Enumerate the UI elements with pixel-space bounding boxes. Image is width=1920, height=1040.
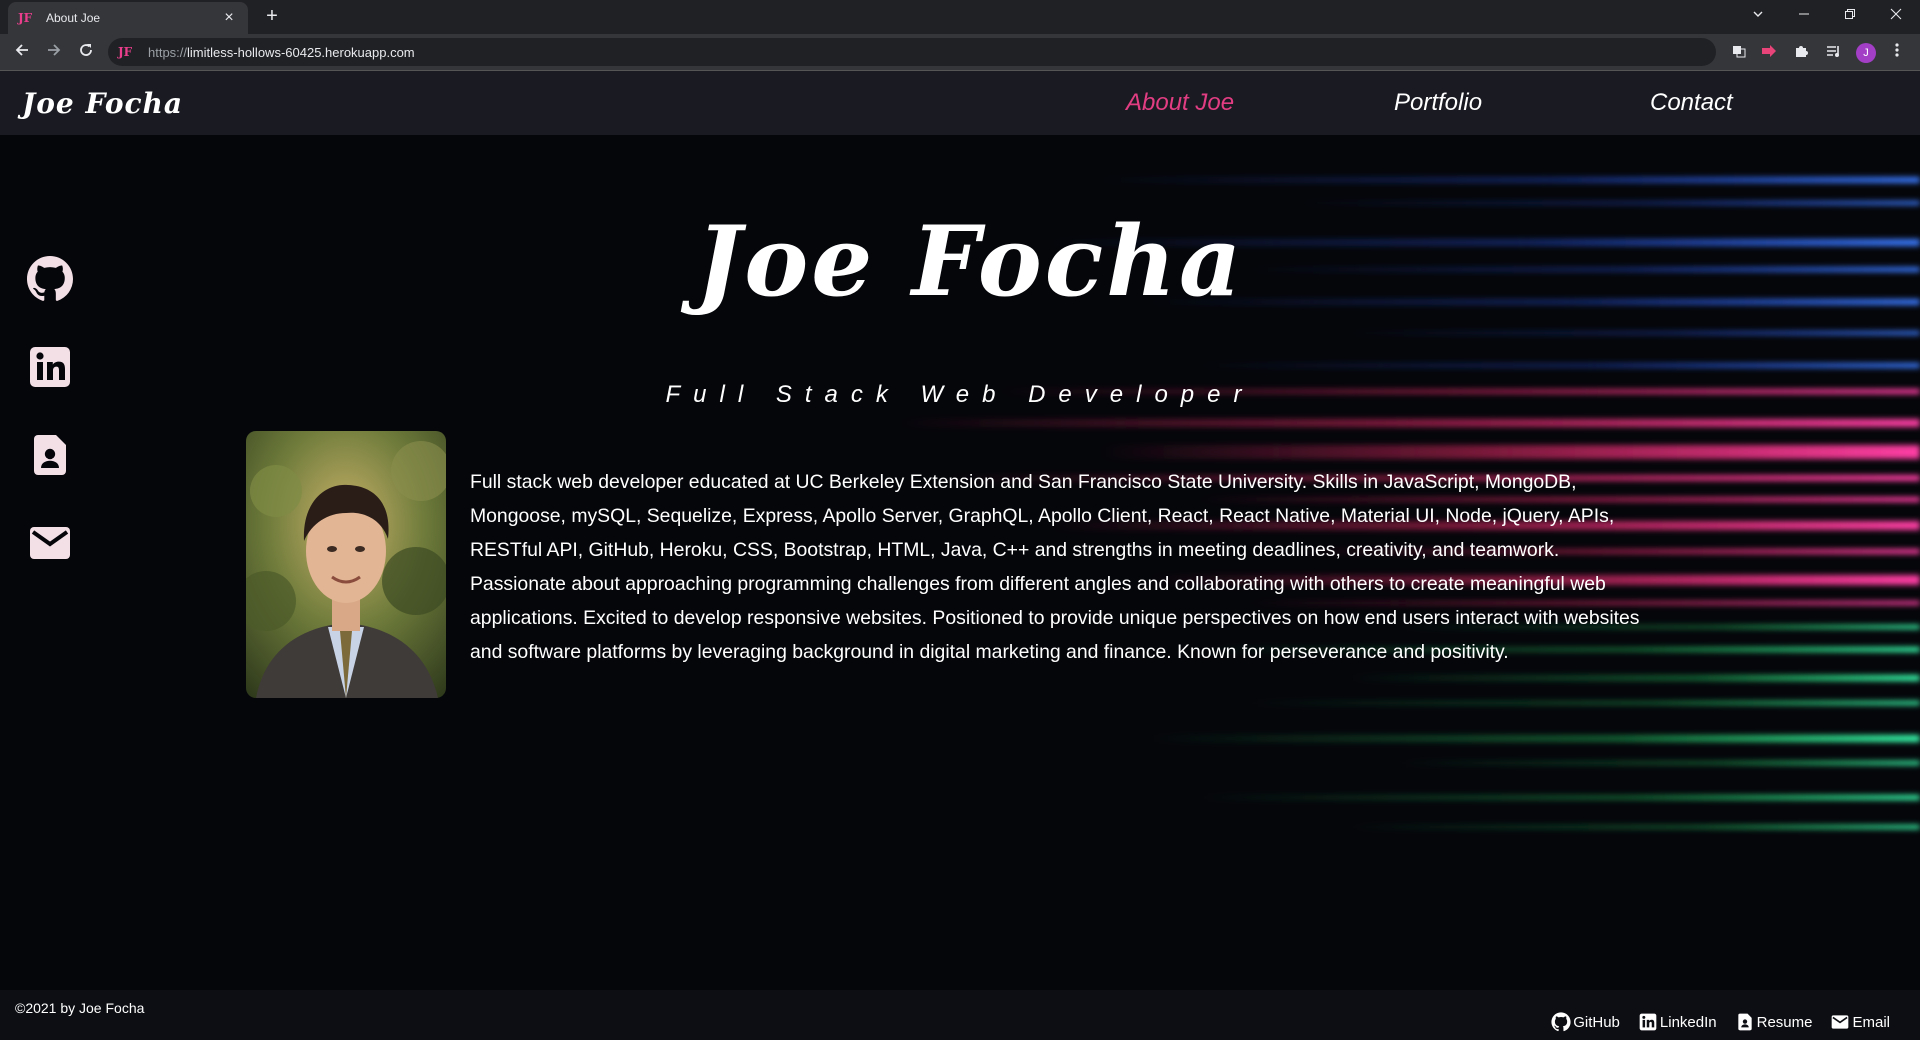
browser-tabstrip: JF About Joe × + [0,0,1920,34]
tab-close-icon[interactable]: × [220,9,238,27]
minimize-button[interactable] [1784,2,1824,28]
forward-arrow-icon[interactable] [42,40,66,64]
close-window-button[interactable] [1876,2,1916,28]
url-scheme: https:// [148,44,188,60]
translate-icon[interactable] [1730,43,1748,61]
resume-icon[interactable] [26,431,78,483]
site-navbar: Joe Focha About Joe Portfolio Contact [0,71,1920,135]
linkedin-icon [1639,1013,1657,1031]
footer-links: GitHub LinkedIn Resume Email [1551,1012,1890,1032]
bio-paragraph: Full stack web developer educated at UC … [470,471,1640,663]
address-bar[interactable]: JF https:// limitless-hollows-60425.hero… [108,38,1716,66]
email-icon[interactable] [26,519,78,571]
profile-avatar[interactable]: J [1856,43,1876,63]
site-info-icon[interactable]: JF [118,45,142,59]
footer-email-label: Email [1852,1013,1890,1031]
site-brand[interactable]: Joe Focha [22,87,183,120]
browser-toolbar: JF https:// limitless-hollows-60425.hero… [0,34,1920,70]
hero-title: Joe Focha [695,205,1245,318]
linkedin-icon[interactable] [26,343,78,395]
browser-menu-icon[interactable] [1888,43,1906,61]
footer-link-linkedin[interactable]: LinkedIn [1638,1012,1717,1032]
tab-search-chevron-icon[interactable] [1738,2,1778,28]
tab-favicon: JF [18,11,33,25]
profile-photo [246,431,446,698]
back-arrow-icon[interactable] [10,40,34,64]
footer-link-resume[interactable]: Resume [1735,1012,1813,1032]
tab-title: About Joe [46,11,101,25]
url-host: limitless-hollows-60425.herokuapp.com [187,44,415,60]
extensions-puzzle-icon[interactable] [1792,43,1810,61]
nav-link-about[interactable]: About Joe [1126,89,1234,117]
footer-resume-label: Resume [1756,1013,1813,1031]
github-icon[interactable] [26,255,78,307]
footer-link-github[interactable]: GitHub [1551,1012,1620,1032]
footer-linkedin-label: LinkedIn [1659,1013,1717,1031]
site-footer: ©2021 by Joe Focha GitHub LinkedIn Resum… [0,990,1920,1040]
media-queue-icon[interactable] [1824,43,1842,61]
new-tab-button[interactable]: + [260,6,284,28]
footer-github-label: GitHub [1573,1013,1620,1031]
footer-link-email[interactable]: Email [1830,1012,1890,1032]
nav-link-contact[interactable]: Contact [1650,89,1733,117]
github-icon [1551,1012,1571,1032]
extension-arrow-icon[interactable] [1760,43,1778,61]
nav-link-portfolio[interactable]: Portfolio [1394,89,1482,117]
email-icon [1832,1015,1849,1029]
restore-button[interactable] [1830,2,1870,28]
hero-section: Joe Focha Full Stack Web Developer Full … [0,135,1920,990]
copyright-text: ©2021 by Joe Focha [15,1000,145,1016]
browser-tab[interactable]: JF About Joe × [8,2,248,34]
hero-subtitle: Full Stack Web Developer [665,381,1255,408]
web-page: Joe Focha About Joe Portfolio Contact Jo… [0,71,1920,1040]
reload-icon[interactable] [74,40,98,64]
social-sidebar [26,255,78,607]
resume-icon [1737,1013,1752,1031]
